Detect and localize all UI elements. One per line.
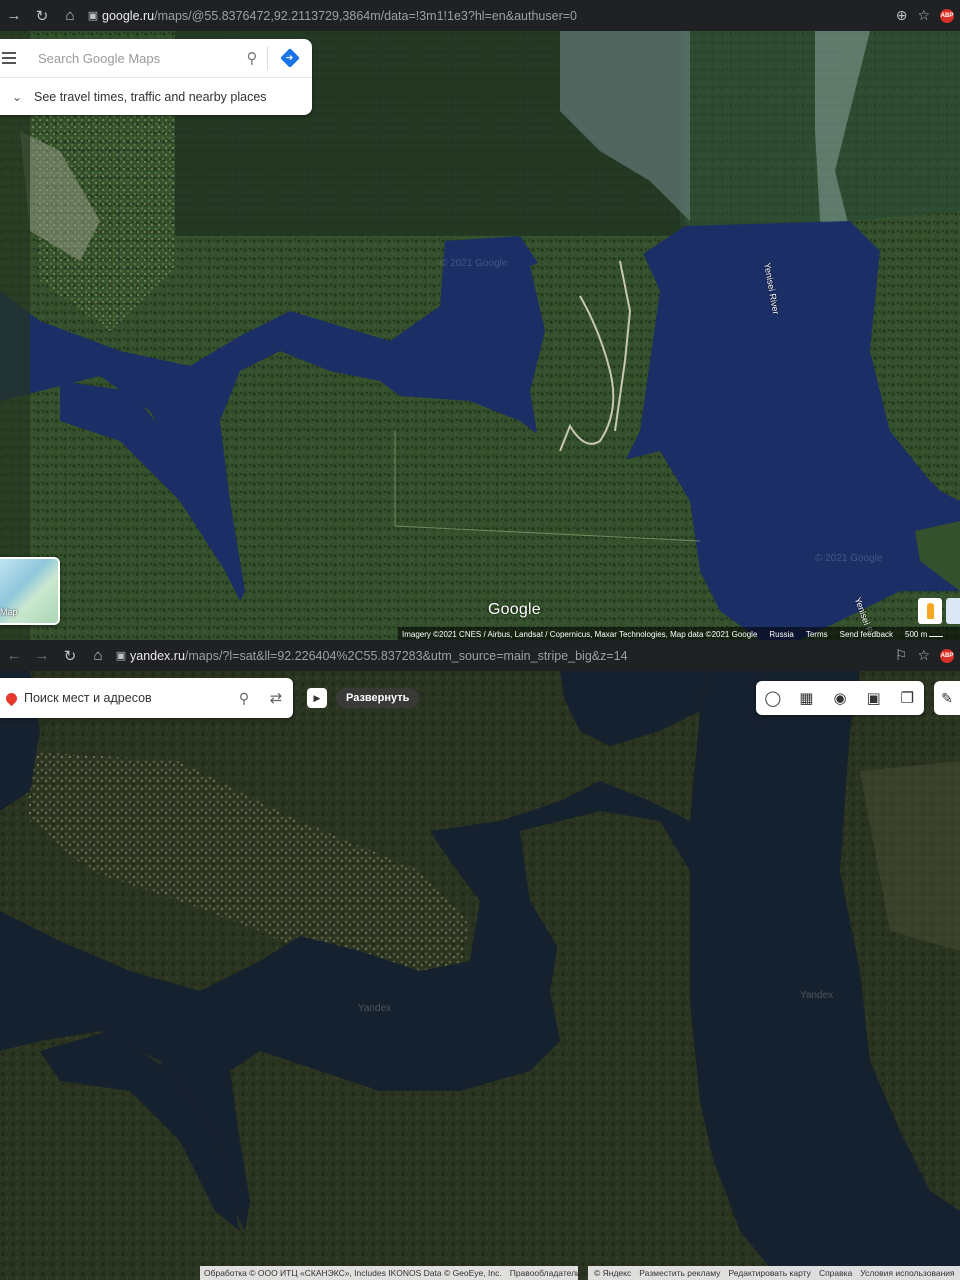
home-icon[interactable]: ⌂ (84, 647, 112, 664)
expand-button[interactable]: Развернуть (336, 688, 420, 708)
reload-icon[interactable]: ↻ (28, 7, 56, 25)
google-watermark-2: © 2021 Google (815, 553, 883, 564)
panorama-camera-icon[interactable]: ◉ (826, 689, 854, 707)
reload-icon[interactable]: ↻ (56, 647, 84, 665)
layers-icon[interactable]: ❐ (893, 689, 921, 707)
yandex-credit: Обработка © ООО ИТЦ «СКАНЭКС», Includes … (204, 1268, 502, 1278)
yandex-footer-left: Обработка © ООО ИТЦ «СКАНЭКС», Includes … (200, 1266, 585, 1280)
yandex-search-input[interactable] (22, 690, 229, 706)
pegman-button[interactable] (918, 598, 942, 624)
map-layer-toggle[interactable]: Map (0, 557, 60, 625)
directions-icon: ➜ (280, 48, 300, 68)
yandex-pin-icon[interactable] (0, 690, 22, 706)
yandex-toolbar: ◯ ▦ ◉ ▣ ❐ (756, 681, 924, 715)
yandex-maps-window: ← → ↻ ⌂ ▣ yandex.ru/maps/?l=sat&ll=92.22… (0, 640, 960, 1280)
yandex-watermark: Yandex (358, 1003, 392, 1014)
adblock-extension-icon[interactable]: ABP (940, 648, 954, 663)
back-icon[interactable]: ← (0, 647, 28, 664)
hamburger-menu-icon[interactable] (0, 52, 34, 64)
forward-icon[interactable]: → (0, 7, 28, 24)
yandex-satellite-map[interactable] (0, 671, 960, 1280)
home-icon[interactable]: ⌂ (56, 7, 84, 24)
terms-of-use-link[interactable]: Условия использования (860, 1268, 954, 1278)
lock-icon: ▣ (115, 650, 127, 662)
travel-times-text: See travel times, traffic and nearby pla… (34, 89, 267, 104)
edit-map-link[interactable]: Редактировать карту (728, 1268, 811, 1278)
layer-label: Map (0, 607, 18, 617)
lock-icon: ▣ (87, 10, 99, 22)
travel-times-row[interactable]: ⌄ See travel times, traffic and nearby p… (0, 78, 312, 115)
yandex-watermark-2: Yandex (800, 990, 834, 1001)
imagery-credit: Imagery ©2021 CNES / Airbus, Landsat / C… (402, 629, 758, 639)
google-address-bar[interactable]: google.ru/maps/@55.8376472,92.2113729,38… (102, 9, 896, 23)
chevron-down-icon: ⌄ (11, 89, 23, 104)
google-search-input[interactable] (34, 49, 237, 67)
pegman-icon (926, 603, 934, 619)
map-layers-icon[interactable]: ▦ (792, 689, 820, 707)
google-maps-window: → ↻ ⌂ ▣ google.ru/maps/@55.8376472,92.21… (0, 0, 960, 640)
google-browser-bar: → ↻ ⌂ ▣ google.ru/maps/@55.8376472,92.21… (0, 0, 960, 31)
scale-bar (929, 635, 944, 637)
google-footer: Imagery ©2021 CNES / Airbus, Landsat / C… (398, 628, 960, 640)
google-search-panel: ⚲ ➜ ⌄ See travel times, traffic and near… (0, 39, 312, 115)
send-feedback-link[interactable]: Send feedback (840, 630, 893, 639)
advertise-link[interactable]: Разместить рекламу (639, 1268, 720, 1278)
rights-holders-link[interactable]: Правообладатели (510, 1268, 581, 1278)
yandex-address-bar[interactable]: yandex.ru/maps/?l=sat&ll=92.226404%2C55.… (130, 649, 895, 663)
zoom-icon[interactable]: ⊕ (896, 7, 908, 24)
terms-link[interactable]: Terms (806, 630, 828, 639)
ruler-icon[interactable]: ✎ (934, 681, 960, 715)
play-icon[interactable]: ▶ (307, 688, 327, 708)
google-logo: Google (488, 601, 541, 618)
location-blocked-icon[interactable]: ⚐ (895, 647, 908, 664)
country-link[interactable]: Russia (769, 630, 793, 639)
bookmark-star-icon[interactable]: ☆ (917, 7, 930, 24)
bookmark-star-icon[interactable]: ☆ (917, 647, 930, 664)
adblock-extension-icon[interactable]: ABP (940, 8, 954, 23)
yandex-search-panel: ⚲ ⇄ (0, 678, 293, 718)
yandex-footer-links: © Яндекс Разместить рекламу Редактироват… (590, 1266, 959, 1280)
google-satellite-map[interactable] (0, 31, 960, 640)
imagery-toggle[interactable] (946, 598, 960, 624)
scale-label[interactable]: 500 m (905, 630, 944, 639)
traffic-icon[interactable]: ◯ (759, 689, 787, 707)
yandex-browser-bar: ← → ↻ ⌂ ▣ yandex.ru/maps/?l=sat&ll=92.22… (0, 640, 960, 671)
yandex-copyright[interactable]: © Яндекс (594, 1268, 631, 1278)
forward-icon[interactable]: → (28, 647, 56, 664)
search-icon[interactable]: ⚲ (237, 49, 267, 67)
route-icon[interactable]: ⇄ (259, 689, 293, 707)
google-watermark: © 2021 Google (440, 258, 508, 269)
directions-button[interactable]: ➜ (268, 48, 312, 68)
help-link[interactable]: Справка (819, 1268, 852, 1278)
transit-bus-icon[interactable]: ▣ (860, 689, 888, 707)
search-icon[interactable]: ⚲ (229, 690, 259, 707)
